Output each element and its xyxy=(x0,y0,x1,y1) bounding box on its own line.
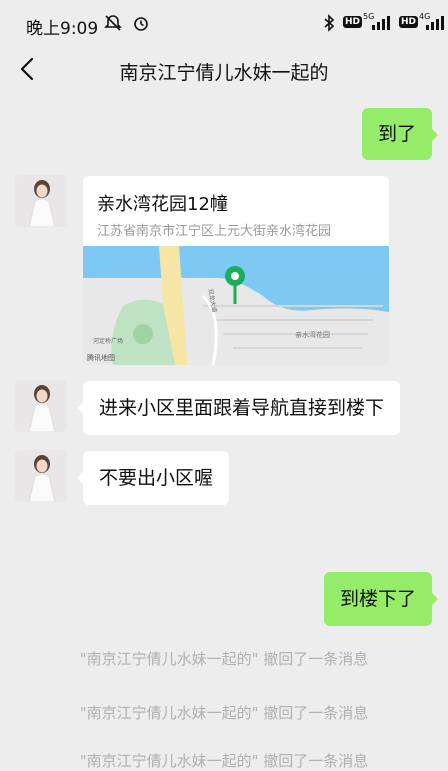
message-bubble-other[interactable]: 进来小区里面跟着导航直接到楼下 xyxy=(76,381,401,435)
alarm-icon xyxy=(132,14,150,36)
bluetooth-icon xyxy=(322,14,336,36)
avatar[interactable] xyxy=(15,450,67,502)
status-time: 晚上9:09 xyxy=(26,19,99,39)
signal-icon-1 xyxy=(372,16,394,30)
recall-notice: "南京江宁倩儿水妹一起的" 撤回了一条消息 xyxy=(79,752,369,770)
location-name: 亲水湾花园12幢 xyxy=(97,194,228,215)
back-arrow-icon[interactable] xyxy=(14,54,44,84)
chat-area[interactable]: 到了 亲水湾花园12幢 江苏省南京市江宁区上元大街亲水湾花园 双龙大道 河定桥广… xyxy=(0,98,448,770)
map-label-poi: 亲水湾花园 xyxy=(295,331,330,339)
recall-notice: "南京江宁倩儿水妹一起的" 撤回了一条消息 xyxy=(79,650,369,668)
chat-title: 南京江宁倩儿水妹一起的 xyxy=(119,62,329,84)
map-label-park: 河定桥广场 xyxy=(93,338,124,345)
status-bar: 晚上9:09 HD 5G HD 4G xyxy=(0,0,448,44)
signal-icon-2 xyxy=(426,16,446,30)
location-address: 江苏省南京市江宁区上元大街亲水湾花园 xyxy=(97,224,332,239)
location-map[interactable]: 双龙大道 河定桥广场 亲水湾花园 腾讯地图 xyxy=(83,246,389,365)
hd-badge-2: HD xyxy=(399,16,419,28)
message-bubble-other[interactable]: 不要出小区喔 xyxy=(76,451,230,505)
chat-header: 南京江宁倩儿水妹一起的 xyxy=(0,44,448,98)
message-bubble-self[interactable]: 到楼下了 xyxy=(323,572,439,626)
mute-icon xyxy=(104,14,122,36)
map-attribution: 腾讯地图 xyxy=(87,354,115,362)
recall-notice: "南京江宁倩儿水妹一起的" 撤回了一条消息 xyxy=(79,704,369,722)
location-card[interactable]: 亲水湾花园12幢 江苏省南京市江宁区上元大街亲水湾花园 双龙大道 河定桥广场 亲… xyxy=(83,176,389,365)
hd-badge-1: HD xyxy=(343,16,363,28)
avatar[interactable] xyxy=(15,380,67,432)
message-bubble-self[interactable]: 到了 xyxy=(361,108,439,160)
avatar[interactable] xyxy=(15,175,67,227)
